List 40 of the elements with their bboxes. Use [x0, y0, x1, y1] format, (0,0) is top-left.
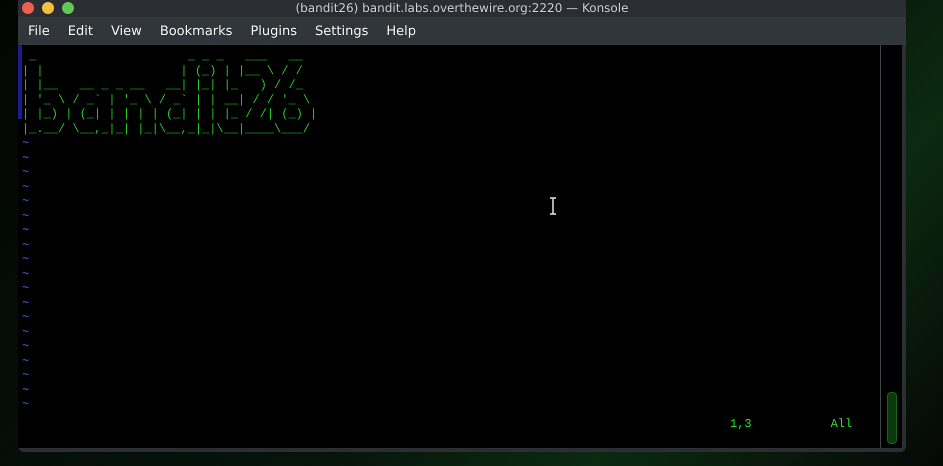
cursor-position: 1,3 [730, 417, 752, 432]
scroll-position: All [830, 417, 852, 432]
menu-item[interactable]: Settings [307, 20, 376, 42]
tilde-line: ~ [22, 252, 30, 266]
ascii-art-line: |_.__/ \__,_|_| |_|\__,_|_|\__|____\___/ [22, 122, 312, 136]
tilde-line: ~ [22, 310, 30, 324]
ascii-art-line: | | | (_) | |__ \ / / [22, 64, 304, 78]
tilde-line: ~ [22, 223, 30, 238]
tilde-line: ~ [22, 324, 30, 339]
tilde-line: ~ [22, 354, 30, 368]
tilde-line: ~ [22, 281, 30, 296]
tilde-line: ~ [22, 136, 30, 150]
maximize-icon[interactable] [62, 2, 74, 14]
tilde-line: ~ [22, 368, 30, 382]
tilde-line: ~ [22, 382, 30, 397]
tilde-line: ~ [22, 339, 30, 354]
window-title: (bandit26) bandit.labs.overthewire.org:2220 — Konsole [296, 1, 628, 16]
tilde-line: ~ [22, 194, 30, 208]
menu-item[interactable]: View [102, 20, 150, 42]
menu-item[interactable]: Plugins [242, 20, 306, 42]
tilde-line: ~ [22, 180, 30, 194]
tilde-line: ~ [22, 397, 30, 412]
menu-item[interactable]: Help [378, 20, 424, 42]
tilde-line: ~ [22, 208, 30, 223]
tilde-line: ~ [22, 266, 30, 281]
text-cursor-icon [549, 197, 557, 215]
menu-item[interactable]: Edit [60, 20, 101, 42]
ascii-art-line: | '_ \ / _` | '_ \ / _` | | __| / / '_ \ [22, 92, 312, 107]
menu-item[interactable]: File [20, 20, 58, 42]
tilde-line: ~ [22, 165, 30, 180]
ascii-art-line: | |__ __ _ _ __ __| |_| |_ ) / /_ [22, 78, 304, 92]
tilde-line: ~ [22, 238, 30, 252]
tilde-line: ~ [22, 150, 30, 165]
ascii-art-line: _ _ _ _ ___ __ [28, 49, 304, 64]
scrollbar-thumb[interactable] [886, 392, 896, 444]
close-icon[interactable] [22, 2, 34, 14]
ascii-art-line: | |_) | (_| | | | | (_| | | |_ / /| (_) | [22, 107, 318, 122]
tilde-line: ~ [22, 296, 30, 310]
menu-item[interactable]: Bookmarks [152, 20, 240, 42]
minimize-icon[interactable] [42, 2, 54, 14]
